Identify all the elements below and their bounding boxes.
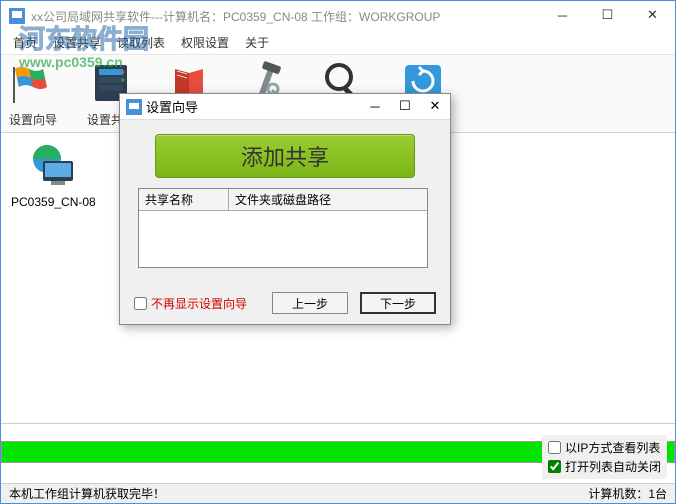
share-grid[interactable]: 共享名称 文件夹或磁盘路径 [138, 188, 428, 268]
bottom-options: 以IP方式查看列表 打开列表自动关闭 [542, 435, 667, 479]
grid-header-name[interactable]: 共享名称 [139, 189, 229, 210]
prev-button[interactable]: 上一步 [272, 292, 348, 314]
grid-header-path[interactable]: 文件夹或磁盘路径 [229, 189, 427, 210]
auto-close-checkbox[interactable]: 打开列表自动关闭 [548, 458, 661, 475]
grid-body[interactable] [139, 211, 427, 267]
wizard-titlebar[interactable]: 设置向导 ─ ☐ ✕ [120, 94, 450, 120]
add-share-button[interactable]: 添加共享 [155, 134, 415, 178]
menubar: 首页 设置共享 读取列表 权限设置 关于 [1, 31, 675, 55]
wizard-close-button[interactable]: ✕ [420, 94, 450, 118]
toolbar-label: 设置向导 [9, 111, 57, 128]
wizard-minimize-button[interactable]: ─ [360, 94, 390, 118]
close-button[interactable]: ✕ [630, 1, 675, 29]
maximize-button[interactable]: ☐ [585, 1, 630, 29]
computer-item[interactable]: PC0359_CN-08 [11, 143, 96, 209]
wizard-dialog: 设置向导 ─ ☐ ✕ 添加共享 共享名称 文件夹或磁盘路径 不再显示设置向导 上… [119, 93, 451, 325]
window-titlebar: xx公司局域网共享软件---计算机名：PC0359_CN-08 工作组：WORK… [1, 1, 675, 31]
no-show-wizard-checkbox[interactable]: 不再显示设置向导 [134, 295, 247, 312]
status-right: 计算机数：1台 [588, 485, 667, 502]
ip-view-checkbox[interactable]: 以IP方式查看列表 [548, 439, 661, 456]
computer-name: PC0359_CN-08 [11, 195, 96, 209]
wizard-maximize-button[interactable]: ☐ [390, 94, 420, 118]
wizard-title: 设置向导 [146, 97, 198, 116]
app-icon [9, 8, 25, 24]
menu-item-read-list[interactable]: 读取列表 [109, 30, 173, 55]
computer-icon [29, 143, 77, 191]
menu-item-home[interactable]: 首页 [5, 30, 45, 55]
next-button[interactable]: 下一步 [360, 292, 436, 314]
statusbar: 本机工作组计算机获取完毕！ 计算机数：1台 [1, 483, 675, 503]
wizard-icon [126, 99, 142, 115]
menu-item-permissions[interactable]: 权限设置 [173, 30, 237, 55]
toolbar-item-wizard[interactable]: 设置向导 [9, 59, 57, 128]
minimize-button[interactable]: ─ [540, 1, 585, 29]
status-left: 本机工作组计算机获取完毕！ [9, 485, 165, 502]
windows-flag-icon [9, 59, 57, 107]
menu-item-about[interactable]: 关于 [237, 30, 277, 55]
window-title: xx公司局域网共享软件---计算机名：PC0359_CN-08 工作组：WORK… [31, 8, 440, 25]
menu-item-share[interactable]: 设置共享 [45, 30, 109, 55]
grid-header: 共享名称 文件夹或磁盘路径 [139, 189, 427, 211]
